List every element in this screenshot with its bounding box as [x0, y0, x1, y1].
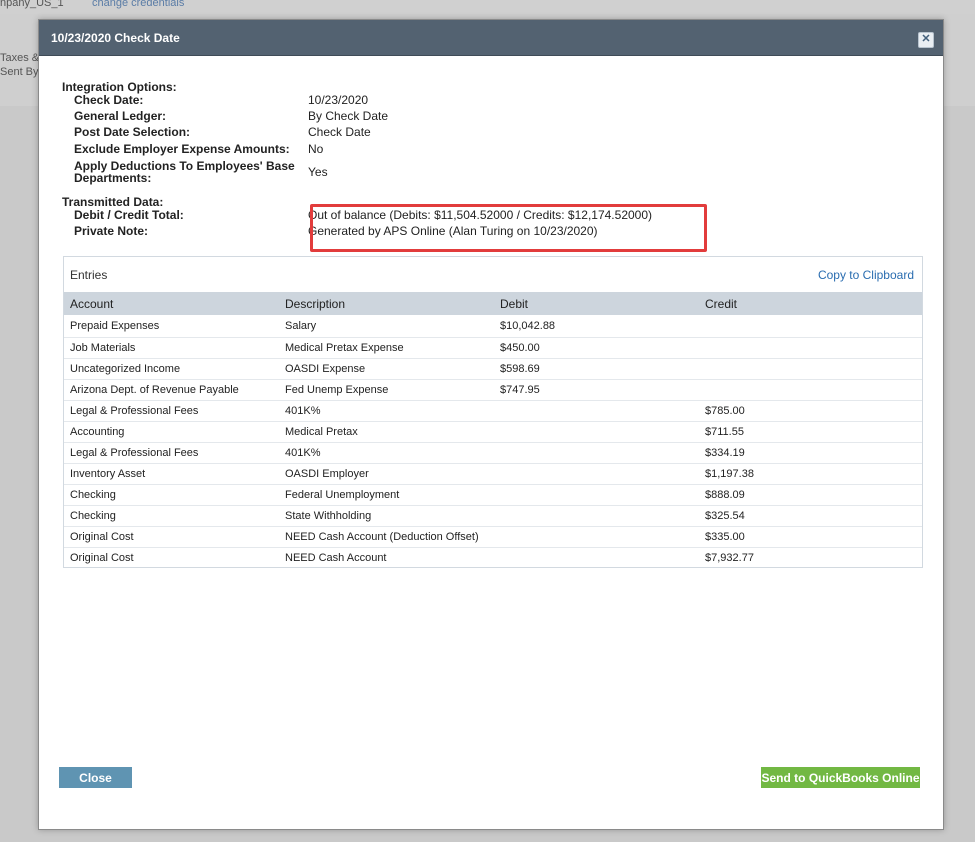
entries-table: Account Description Debit Credit Prepaid… [64, 292, 922, 568]
transmitted-label: Private Note: [74, 224, 149, 238]
entries-header: Entries Copy to Clipboard [64, 257, 922, 292]
cell-account: Original Cost [64, 547, 279, 568]
column-header-account[interactable]: Account [64, 292, 279, 315]
highlight-box [310, 204, 707, 252]
entries-panel: Entries Copy to Clipboard Account Descri… [63, 256, 923, 568]
cell-account: Arizona Dept. of Revenue Payable [64, 379, 279, 401]
cell-account: Checking [64, 484, 279, 506]
modal-title: 10/23/2020 Check Date [51, 30, 180, 45]
option-row-post-date: Post Date Selection: Check Date [62, 126, 652, 143]
cell-description: Medical Pretax [279, 421, 494, 443]
copy-to-clipboard-link[interactable]: Copy to Clipboard [818, 268, 914, 282]
cell-description: Fed Unemp Expense [279, 379, 494, 401]
table-row: Checking State Withholding $325.54 [64, 505, 922, 527]
cell-credit: $325.54 [699, 505, 922, 527]
cell-debit [494, 442, 699, 464]
cell-credit: $334.19 [699, 442, 922, 464]
cell-credit: $785.00 [699, 400, 922, 422]
cell-credit: $7,932.77 [699, 547, 922, 568]
option-row-apply-deductions: Apply Deductions To Employees' Base Depa… [62, 159, 652, 185]
cell-credit [699, 315, 922, 338]
option-value: By Check Date [308, 109, 389, 123]
cell-credit: $335.00 [699, 526, 922, 548]
option-label: Apply Deductions To Employees' Base Depa… [74, 159, 295, 185]
cell-account: Uncategorized Income [64, 358, 279, 380]
cell-description: OASDI Expense [279, 358, 494, 380]
option-label: Check Date: [74, 93, 144, 107]
cell-debit [494, 484, 699, 506]
table-row: Arizona Dept. of Revenue Payable Fed Unem… [64, 379, 922, 401]
cell-account: Legal & Professional Fees [64, 442, 279, 464]
send-to-quickbooks-button[interactable]: Send to QuickBooks Online [761, 767, 920, 788]
table-row: Job Materials Medical Pretax Expense $450.… [64, 337, 922, 359]
cell-debit: $598.69 [494, 358, 699, 380]
cell-credit: $711.55 [699, 421, 922, 443]
table-row: Accounting Medical Pretax $711.55 [64, 421, 922, 443]
option-value: Yes [308, 165, 328, 179]
table-row: Prepaid Expenses Salary $10,042.88 [64, 315, 922, 338]
cell-description: Federal Unemployment [279, 484, 494, 506]
cell-description: NEED Cash Account (Deduction Offset) [279, 526, 494, 548]
cell-credit: $888.09 [699, 484, 922, 506]
background-taxes-text: Taxes & [0, 52, 40, 64]
cell-debit [494, 505, 699, 527]
cell-credit [699, 379, 922, 401]
background-credentials-link[interactable]: change credentials [92, 0, 184, 9]
option-label: Exclude Employer Expense Amounts: [74, 142, 290, 156]
option-label: Post Date Selection: [74, 125, 191, 139]
table-row: Legal & Professional Fees 401K% $334.19 [64, 442, 922, 464]
close-icon[interactable]: ✕ [918, 32, 934, 48]
integration-options-title: Integration Options: [62, 80, 177, 94]
cell-account: Prepaid Expenses [70, 320, 160, 332]
cell-account: Legal & Professional Fees [64, 400, 279, 422]
cell-credit [699, 337, 922, 359]
cell-account: Accounting [64, 421, 279, 443]
check-date-modal: 10/23/2020 Check Date ✕ Integration Opti… [38, 19, 944, 830]
transmitted-label: Debit / Credit Total: [74, 208, 184, 222]
table-row: Original Cost NEED Cash Account $7,932.77 [64, 547, 922, 568]
cell-credit: $1,197.38 [699, 463, 922, 485]
cell-debit [494, 421, 699, 443]
table-row: Original Cost NEED Cash Account (Deductio… [64, 526, 922, 548]
option-label: General Ledger: [74, 109, 167, 123]
cell-description: 401K% [279, 442, 494, 464]
cell-account: Inventory Asset [64, 463, 279, 485]
cell-debit: $747.95 [494, 379, 699, 401]
cell-account: Original Cost [64, 526, 279, 548]
column-header-debit[interactable]: Debit [494, 292, 699, 315]
entries-title: Entries [70, 267, 108, 282]
table-row: Checking Federal Unemployment $888.09 [64, 484, 922, 506]
option-value: Check Date [308, 125, 371, 139]
cell-description: State Withholding [279, 505, 494, 527]
background-company-text: npany_US_1 [0, 0, 64, 9]
column-header-description[interactable]: Description [279, 292, 494, 315]
modal-header: 10/23/2020 Check Date [39, 20, 943, 56]
cell-description: Medical Pretax Expense [279, 337, 494, 359]
cell-account: Job Materials [64, 337, 279, 359]
table-row: Uncategorized Income OASDI Expense $598.69 [64, 358, 922, 380]
table-row: Legal & Professional Fees 401K% $785.00 [64, 400, 922, 422]
cell-credit [699, 358, 922, 380]
cell-description: NEED Cash Account [279, 547, 494, 568]
cell-description: OASDI Employer [279, 463, 494, 485]
cell-debit [494, 526, 699, 548]
option-row-exclude-employer: Exclude Employer Expense Amounts: No [62, 143, 652, 159]
cell-debit [494, 547, 699, 568]
cell-account: Checking [64, 505, 279, 527]
option-value: 10/23/2020 [308, 93, 369, 107]
option-row-check-date: Check Date: 10/23/2020 [62, 94, 652, 110]
entries-header-row: Account Description Debit Credit [64, 292, 922, 315]
cell-debit [494, 463, 699, 485]
cell-description: 401K% [279, 400, 494, 422]
cell-debit: $450.00 [494, 337, 699, 359]
cell-debit: $10,042.88 [500, 320, 556, 332]
option-row-general-ledger: General Ledger: By Check Date [62, 110, 652, 126]
cell-description: Salary [285, 320, 317, 332]
column-header-credit[interactable]: Credit [699, 292, 922, 315]
close-button[interactable]: Close [59, 767, 132, 788]
cell-debit [494, 400, 699, 422]
table-row: Inventory Asset OASDI Employer $1,197.38 [64, 463, 922, 485]
option-value: No [308, 142, 324, 156]
background-sent-text: Sent By [0, 66, 39, 78]
